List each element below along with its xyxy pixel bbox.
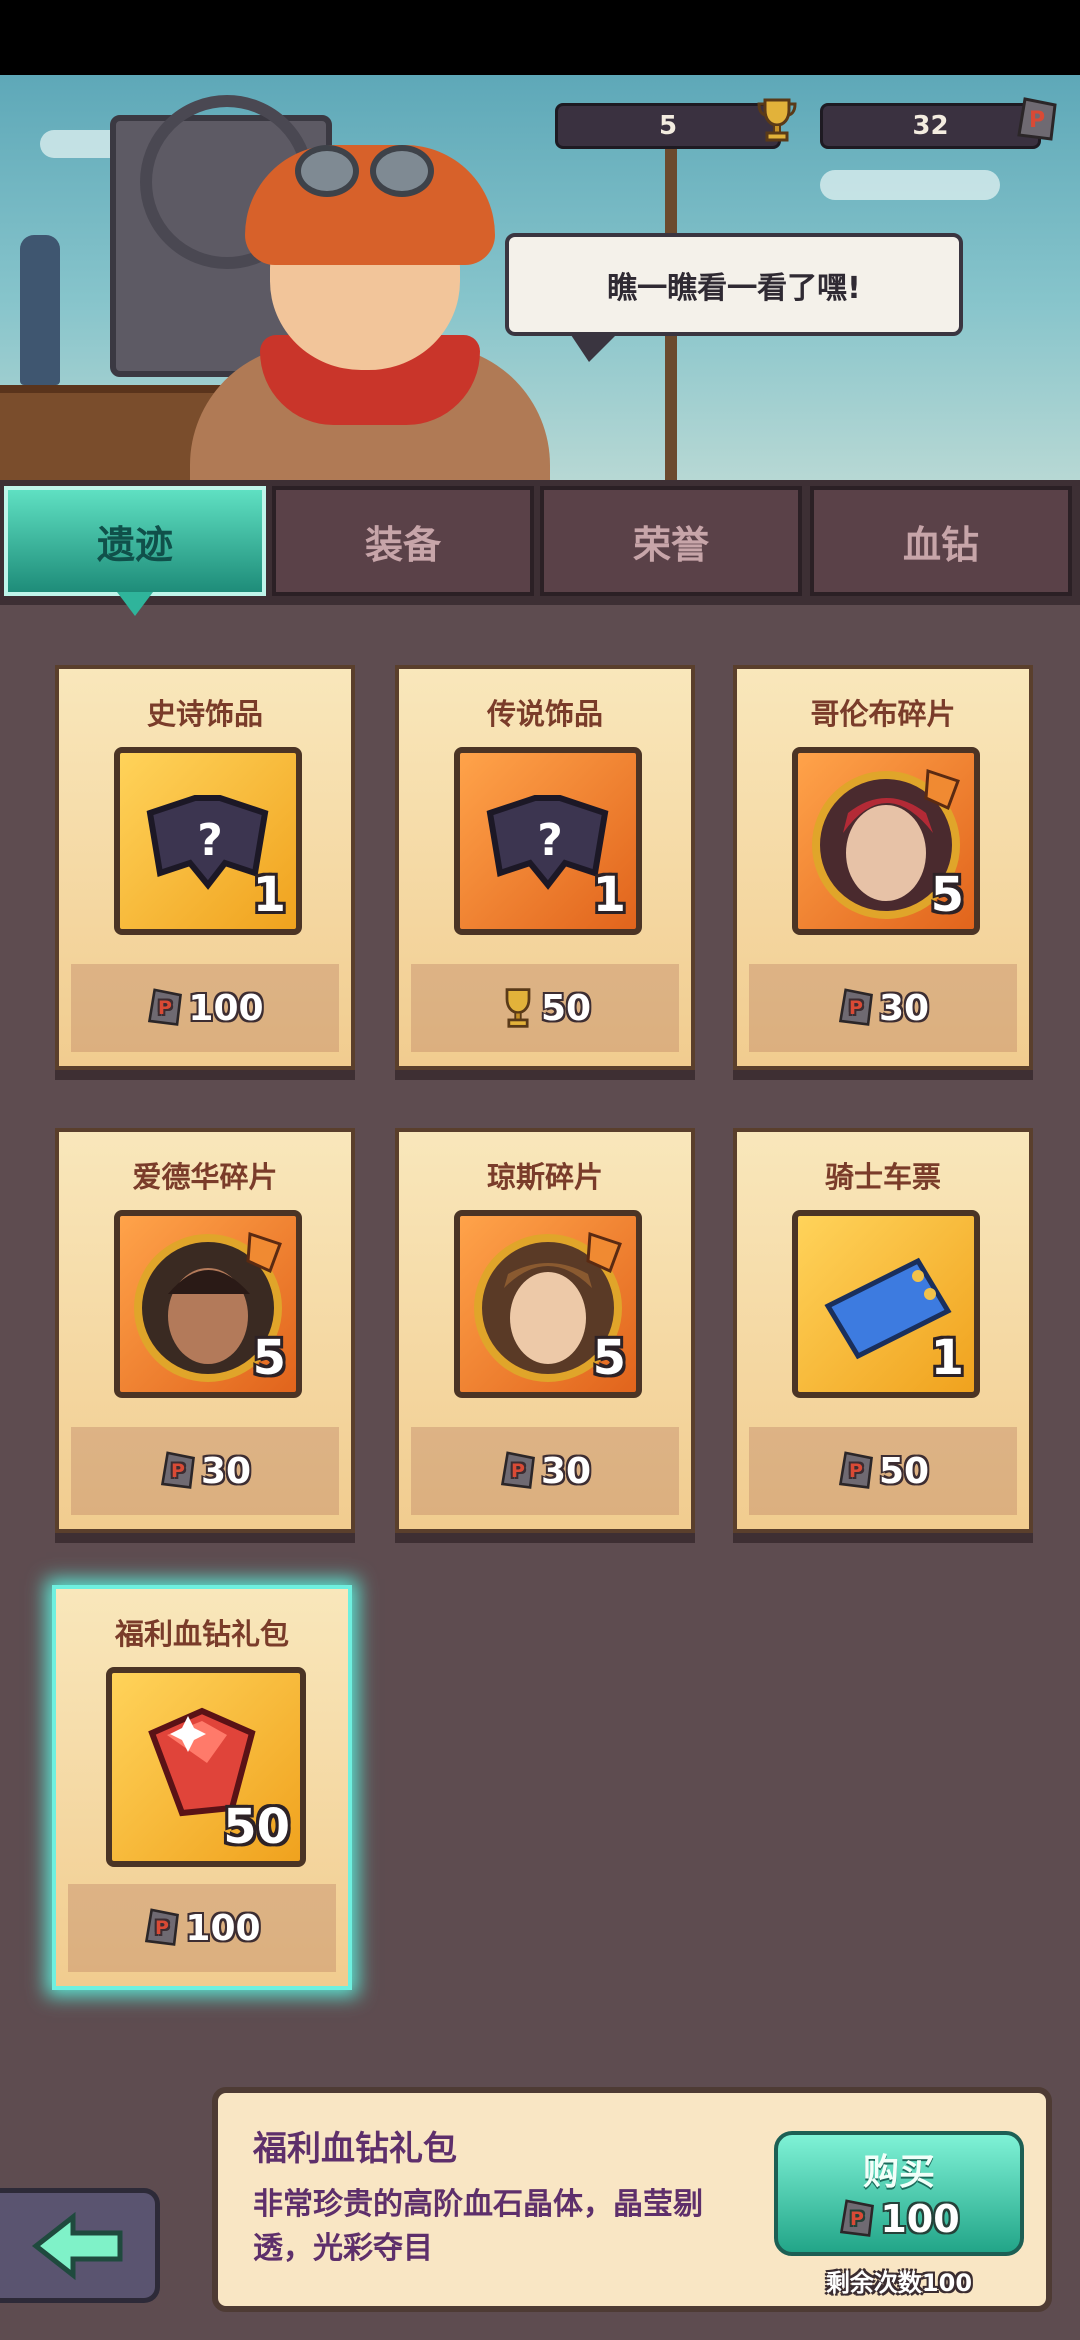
- svg-text:P: P: [849, 1460, 863, 1482]
- tab-honor-label: 荣誉: [632, 522, 709, 567]
- shop-item-jones-shard[interactable]: 琼斯碎片 5 P 30: [395, 1128, 695, 1533]
- goggle-icon: [295, 145, 359, 197]
- item-price-value: 100: [188, 987, 264, 1029]
- detail-title: 福利血钻礼包: [253, 2129, 457, 2169]
- item-count: 1: [930, 1330, 964, 1386]
- cloud: [820, 170, 1000, 200]
- item-count: 5: [592, 1330, 626, 1386]
- item-frame: 1: [792, 1210, 980, 1398]
- item-price: P 100: [71, 964, 339, 1052]
- speech-bubble: 瞧一瞧看一看了嘿!: [505, 233, 963, 362]
- item-price: P 100: [68, 1884, 336, 1972]
- trophy-icon: [754, 92, 800, 148]
- tab-blood-diamond[interactable]: 血钻: [810, 486, 1072, 596]
- blood-stone-icon: P: [145, 1908, 180, 1946]
- trophy-counter: 5: [555, 98, 797, 149]
- svg-text:P: P: [158, 997, 172, 1019]
- item-price-value: 100: [185, 1907, 261, 1949]
- item-price: P 30: [411, 1427, 679, 1515]
- item-frame: 50: [106, 1667, 306, 1867]
- svg-text:?: ?: [197, 815, 223, 866]
- shop-item-knight-ticket[interactable]: 骑士车票 1 P 50: [733, 1128, 1033, 1533]
- item-price: P 30: [71, 1427, 339, 1515]
- item-name: 传说饰品: [486, 697, 603, 731]
- buy-price: P 100: [778, 2197, 1020, 2241]
- svg-text:P: P: [171, 1460, 185, 1482]
- trophy-icon: [505, 988, 531, 1028]
- shop-item-legendary-accessory[interactable]: 传说饰品 ? 1 50: [395, 665, 695, 1070]
- tab-blood-diamond-label: 血钻: [902, 522, 979, 567]
- detail-description: 非常珍贵的高阶血石晶体，晶莹剔透，光彩夺目: [253, 2187, 703, 2266]
- blood-stone-icon: P: [1014, 92, 1060, 148]
- blood-stone-count: 32: [912, 111, 949, 141]
- buy-button-label: 购买: [862, 2152, 935, 2193]
- item-name: 琼斯碎片: [486, 1160, 603, 1194]
- shop-tab-bar: 遗迹 装备 荣誉 血钻: [0, 480, 1080, 605]
- remaining-purchases: 剩余次数100: [825, 2269, 973, 2297]
- item-frame: 5: [454, 1210, 642, 1398]
- item-count: 1: [592, 867, 626, 923]
- item-frame: 5: [114, 1210, 302, 1398]
- status-bar: [0, 0, 1080, 75]
- tab-relics-label: 遗迹: [96, 522, 173, 567]
- item-name: 爱德华碎片: [132, 1160, 278, 1194]
- item-price-value: 30: [540, 1450, 592, 1492]
- back-arrow-icon: [31, 2211, 122, 2280]
- item-frame: ? 1: [454, 747, 642, 935]
- item-price: P 30: [749, 964, 1017, 1052]
- item-count: 1: [252, 867, 286, 923]
- svg-text:P: P: [511, 1460, 525, 1482]
- blood-stone-counter: 32 P: [820, 97, 1057, 149]
- active-tab-pointer-icon: [117, 592, 153, 616]
- blood-stone-icon: P: [838, 988, 873, 1026]
- item-price-value: 30: [878, 987, 930, 1029]
- back-button[interactable]: [0, 2188, 160, 2303]
- blood-stone-icon: P: [148, 988, 183, 1026]
- goggle-icon: [370, 145, 434, 197]
- item-name: 福利血钻礼包: [114, 1617, 289, 1651]
- speech-bubble-tail: [569, 332, 619, 362]
- svg-text:P: P: [850, 2208, 864, 2230]
- tab-equipment[interactable]: 装备: [272, 486, 534, 596]
- item-count: 50: [223, 1799, 290, 1855]
- item-detail-panel: 福利血钻礼包 非常珍贵的高阶血石晶体，晶莹剔透，光彩夺目 购买 P 100 剩余…: [212, 2087, 1052, 2312]
- item-price-value: 50: [540, 987, 592, 1029]
- item-count: 5: [252, 1330, 286, 1386]
- tab-equipment-label: 装备: [364, 522, 441, 567]
- buy-price-value: 100: [880, 2197, 960, 2241]
- character-hair: [245, 145, 495, 265]
- shop-item-edward-shard[interactable]: 爱德华碎片 5 P 30: [55, 1128, 355, 1533]
- item-count: 5: [930, 867, 964, 923]
- svg-text:P: P: [155, 1917, 169, 1939]
- item-price: P 50: [749, 1427, 1017, 1515]
- tab-honor[interactable]: 荣誉: [540, 486, 802, 596]
- item-name: 哥伦布碎片: [810, 697, 956, 731]
- item-price-value: 50: [878, 1450, 930, 1492]
- item-name: 史诗饰品: [146, 697, 263, 731]
- buy-button[interactable]: 购买 P 100: [774, 2131, 1024, 2256]
- item-price-value: 30: [200, 1450, 252, 1492]
- npc-speech-text: 瞧一瞧看一看了嘿!: [607, 270, 861, 306]
- blood-stone-icon: P: [500, 1451, 535, 1489]
- shopkeeper-character: [190, 135, 550, 480]
- blood-stone-icon: P: [840, 2199, 875, 2237]
- trophy-count: 5: [658, 111, 678, 141]
- blood-stone-icon: P: [160, 1451, 195, 1489]
- blood-stone-icon: P: [838, 1451, 873, 1489]
- svg-text:P: P: [1029, 108, 1045, 133]
- tab-relics[interactable]: 遗迹: [4, 486, 266, 596]
- item-price: 50: [411, 964, 679, 1052]
- item-frame: ? 1: [114, 747, 302, 935]
- svg-text:?: ?: [537, 815, 563, 866]
- item-name: 骑士车票: [824, 1160, 941, 1194]
- background-worker: [20, 235, 60, 385]
- shop-item-epic-accessory[interactable]: 史诗饰品 ? 1 P 100: [55, 665, 355, 1070]
- shop-item-columbus-shard[interactable]: 哥伦布碎片 5 P 30: [733, 665, 1033, 1070]
- shop-item-blood-diamond-pack[interactable]: 福利血钻礼包 50 P 100: [52, 1585, 352, 1990]
- item-frame: 5: [792, 747, 980, 935]
- svg-text:P: P: [849, 997, 863, 1019]
